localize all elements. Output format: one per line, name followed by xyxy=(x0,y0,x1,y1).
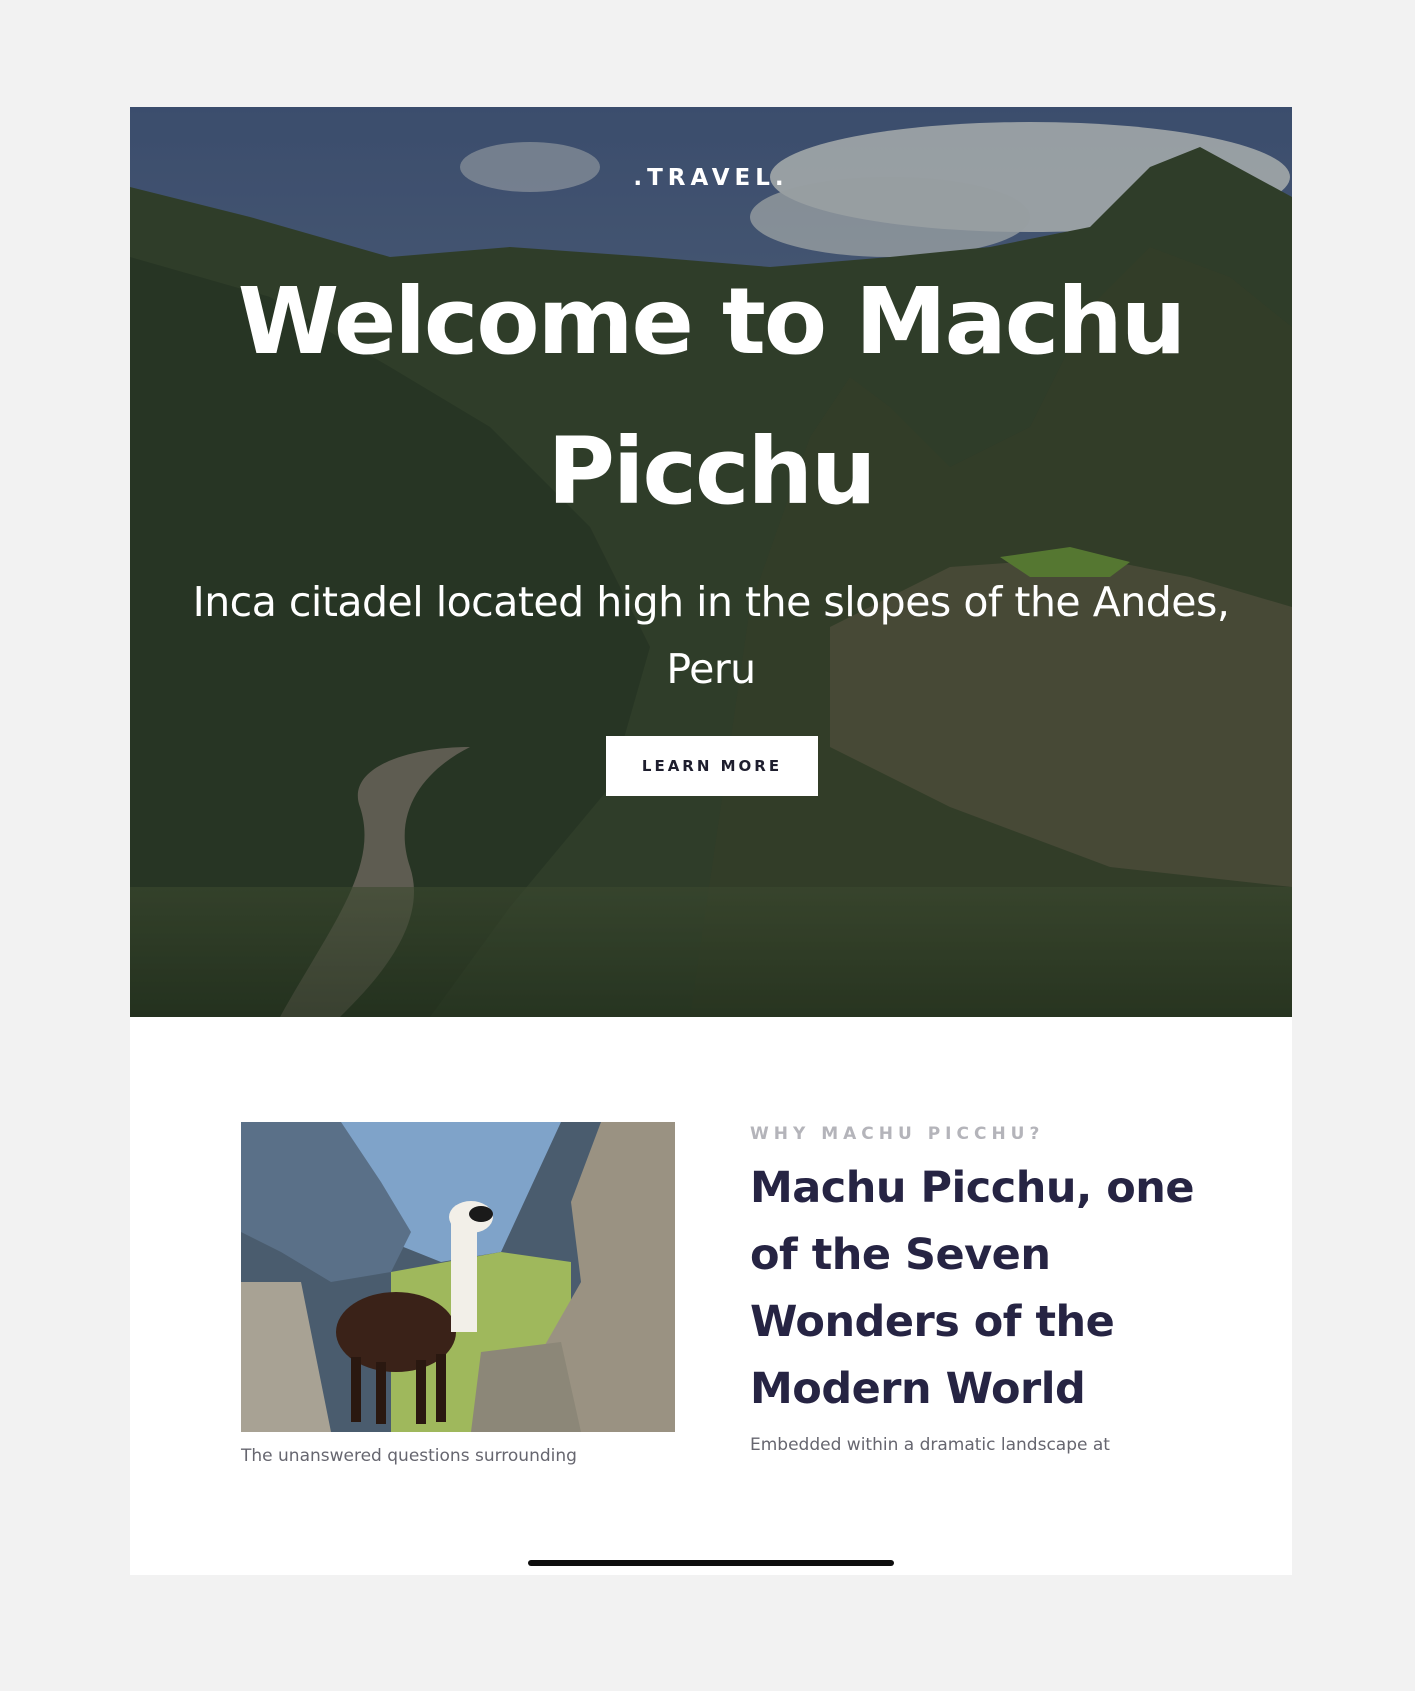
about-caption: The unanswered questions surrounding xyxy=(241,1446,577,1466)
learn-more-button[interactable]: LEARN MORE xyxy=(606,736,818,796)
section-title: Machu Picchu, one of the Seven Wonders o… xyxy=(750,1163,1195,1414)
scroll-indicator xyxy=(528,1560,894,1566)
hero-subtitle: Inca citadel located high in the slopes … xyxy=(192,578,1230,693)
section-eyebrow: WHY MACHU PICCHU? xyxy=(750,1124,1045,1144)
hero-title: Welcome to Machu Picchu xyxy=(237,268,1187,525)
section-body: Embedded within a dramatic landscape at xyxy=(750,1435,1110,1455)
page-container: .TRAVEL. Welcome to Machu Picchu Inca ci… xyxy=(130,107,1292,1575)
brand-logo[interactable]: .TRAVEL. xyxy=(130,165,1292,191)
hero-overlay xyxy=(130,107,1292,1017)
hero-section: .TRAVEL. Welcome to Machu Picchu Inca ci… xyxy=(130,107,1292,1017)
llama-photo xyxy=(241,1122,675,1432)
